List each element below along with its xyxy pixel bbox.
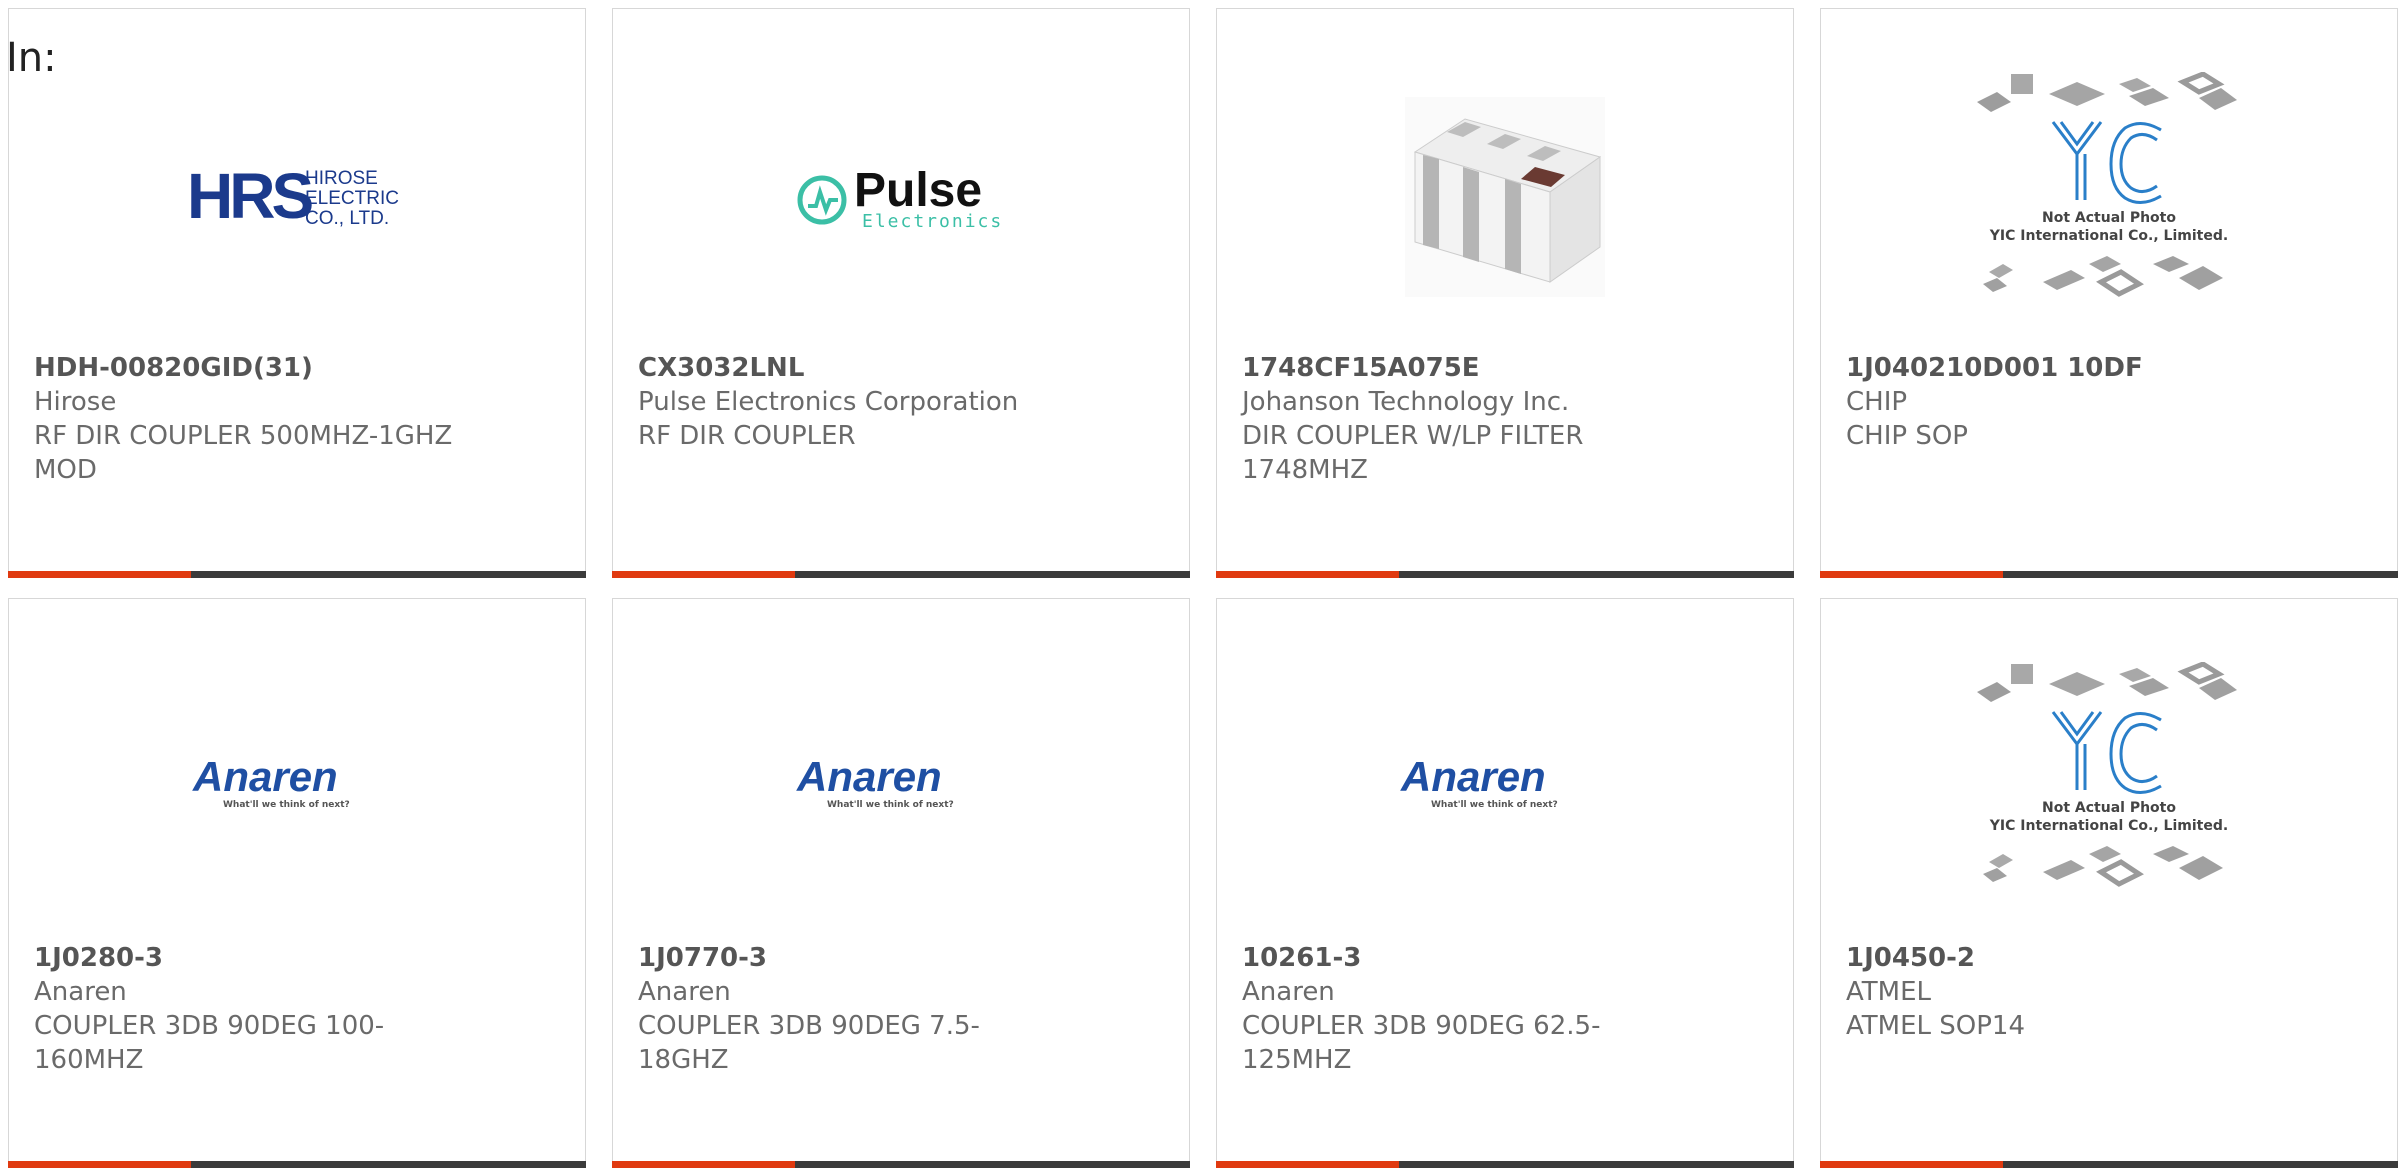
svg-text:Anaren: Anaren <box>796 757 942 800</box>
svg-text:Pulse: Pulse <box>854 164 982 217</box>
product-info: 1748CF15A075E Johanson Technology Inc. D… <box>1242 351 1662 487</box>
chip-component-icon <box>1405 96 1605 297</box>
part-number[interactable]: 1J040210D001 10DF <box>1846 351 2266 385</box>
part-number[interactable]: 1J0450-2 <box>1846 941 2266 975</box>
product-info: 1J0770-3 Anaren COUPLER 3DB 90DEG 7.5-18… <box>638 941 1058 1077</box>
product-image[interactable]: Anaren What'll we think of next? <box>613 639 1189 934</box>
part-number[interactable]: 10261-3 <box>1242 941 1662 975</box>
manufacturer: Anaren <box>1242 977 1335 1007</box>
svg-text:ELECTRIC: ELECTRIC <box>305 188 399 209</box>
part-number[interactable]: 1J0770-3 <box>638 941 1058 975</box>
manufacturer: Pulse Electronics Corporation <box>638 387 1019 417</box>
part-number[interactable]: CX3032LNL <box>638 351 1058 385</box>
product-info: CX3032LNL Pulse Electronics Corporation … <box>638 351 1058 453</box>
svg-text:HIROSE: HIROSE <box>305 168 378 189</box>
product-card[interactable]: Anaren What'll we think of next? 1J0280-… <box>8 598 586 1168</box>
description: COUPLER 3DB 90DEG 100-160MHZ <box>34 1011 385 1075</box>
product-grid: HRS HIROSE ELECTRIC CO., LTD. HDH-00820G… <box>0 0 2400 1168</box>
product-info: 1J040210D001 10DF CHIP CHIP SOP <box>1846 351 2266 453</box>
anaren-logo-icon: Anaren What'll we think of next? <box>1400 757 1558 810</box>
svg-text:Not Actual Photo: Not Actual Photo <box>2042 210 2176 226</box>
product-image[interactable] <box>1217 49 1793 344</box>
product-info: HDH-00820GID(31) Hirose RF DIR COUPLER 5… <box>34 351 454 487</box>
product-card[interactable]: Anaren What'll we think of next? 1J0770-… <box>612 598 1190 1168</box>
svg-text:Not Actual Photo: Not Actual Photo <box>2042 800 2176 816</box>
part-number[interactable]: HDH-00820GID(31) <box>34 351 454 385</box>
product-info: 1J0280-3 Anaren COUPLER 3DB 90DEG 100-16… <box>34 941 454 1077</box>
manufacturer: CHIP <box>1846 387 1908 417</box>
product-image[interactable]: Pulse Electronics <box>613 49 1189 344</box>
description: ATMEL SOP14 <box>1846 1011 2025 1041</box>
svg-text:Anaren: Anaren <box>1400 757 1546 800</box>
card-accent-bar <box>1216 1161 1794 1168</box>
svg-text:What'll we think of next?: What'll we think of next? <box>827 800 954 810</box>
yic-placeholder-icon: Not Actual Photo YIC International Co., … <box>1977 661 2237 887</box>
hirose-logo-icon: HRS HIROSE ELECTRIC CO., LTD. <box>187 162 399 232</box>
description: CHIP SOP <box>1846 421 1968 451</box>
svg-text:YIC International Co., Limited: YIC International Co., Limited. <box>1989 228 2228 244</box>
card-accent-bar <box>1216 571 1794 578</box>
product-card[interactable]: 1748CF15A075E Johanson Technology Inc. D… <box>1216 8 1794 578</box>
part-number[interactable]: 1J0280-3 <box>34 941 454 975</box>
product-card[interactable]: Anaren What'll we think of next? 10261-3… <box>1216 598 1794 1168</box>
description: DIR COUPLER W/LP FILTER 1748MHZ <box>1242 421 1584 485</box>
filter-prefix-label: In: <box>6 35 57 81</box>
yic-placeholder-icon: Not Actual Photo YIC International Co., … <box>1977 71 2237 297</box>
description: COUPLER 3DB 90DEG 7.5-18GHZ <box>638 1011 980 1075</box>
svg-text:What'll we think of next?: What'll we think of next? <box>223 800 350 810</box>
product-image[interactable]: Anaren What'll we think of next? <box>1217 639 1793 934</box>
card-accent-bar <box>612 571 1190 578</box>
card-accent-bar <box>1820 571 2398 578</box>
manufacturer: ATMEL <box>1846 977 1931 1007</box>
product-image[interactable]: HRS HIROSE ELECTRIC CO., LTD. <box>9 49 585 344</box>
anaren-logo-icon: Anaren What'll we think of next? <box>192 757 350 810</box>
description: RF DIR COUPLER <box>638 421 856 451</box>
svg-text:CO., LTD.: CO., LTD. <box>305 208 389 229</box>
svg-text:YIC International Co., Limited: YIC International Co., Limited. <box>1989 818 2228 834</box>
card-accent-bar <box>1820 1161 2398 1168</box>
product-card[interactable]: Pulse Electronics CX3032LNL Pulse Electr… <box>612 8 1190 578</box>
product-card[interactable]: HRS HIROSE ELECTRIC CO., LTD. HDH-00820G… <box>8 8 586 578</box>
pulse-logo-icon: Pulse Electronics <box>797 164 1003 232</box>
product-info: 1J0450-2 ATMEL ATMEL SOP14 <box>1846 941 2266 1043</box>
card-accent-bar <box>612 1161 1190 1168</box>
product-image[interactable]: Anaren What'll we think of next? <box>9 639 585 934</box>
card-accent-bar <box>8 571 586 578</box>
svg-text:Anaren: Anaren <box>192 757 338 800</box>
product-image[interactable]: Not Actual Photo YIC International Co., … <box>1821 49 2397 344</box>
description: COUPLER 3DB 90DEG 62.5-125MHZ <box>1242 1011 1601 1075</box>
manufacturer: Anaren <box>638 977 731 1007</box>
anaren-logo-icon: Anaren What'll we think of next? <box>796 757 954 810</box>
card-accent-bar <box>8 1161 586 1168</box>
product-card[interactable]: Not Actual Photo YIC International Co., … <box>1820 8 2398 578</box>
manufacturer: Johanson Technology Inc. <box>1242 387 1570 417</box>
product-image[interactable]: Not Actual Photo YIC International Co., … <box>1821 639 2397 934</box>
product-card[interactable]: Not Actual Photo YIC International Co., … <box>1820 598 2398 1168</box>
svg-text:What'll we think of next?: What'll we think of next? <box>1431 800 1558 810</box>
part-number[interactable]: 1748CF15A075E <box>1242 351 1662 385</box>
description: RF DIR COUPLER 500MHZ-1GHZ MOD <box>34 421 453 485</box>
svg-text:HRS: HRS <box>187 162 312 232</box>
manufacturer: Hirose <box>34 387 117 417</box>
product-info: 10261-3 Anaren COUPLER 3DB 90DEG 62.5-12… <box>1242 941 1662 1077</box>
svg-text:Electronics: Electronics <box>862 211 1003 232</box>
manufacturer: Anaren <box>34 977 127 1007</box>
